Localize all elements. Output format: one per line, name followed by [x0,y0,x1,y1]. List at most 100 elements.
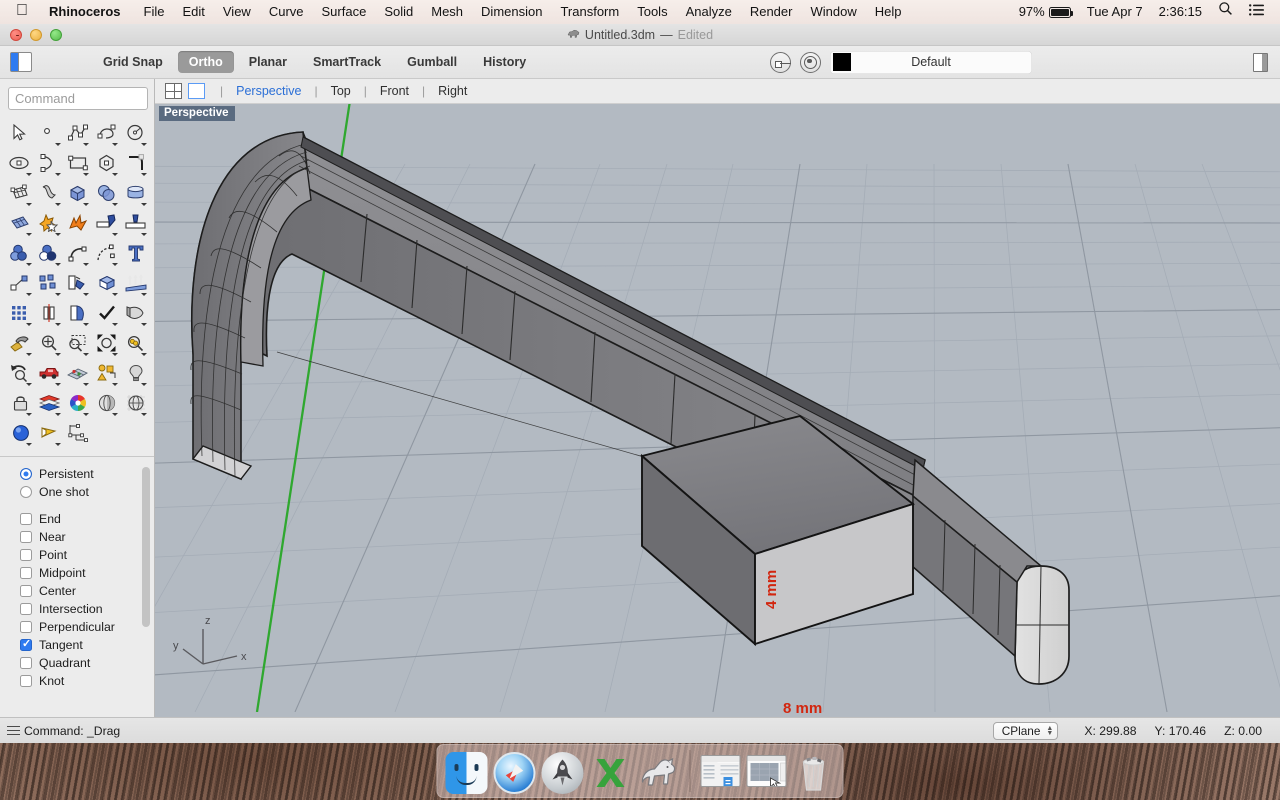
dimension-tools-icon[interactable] [64,418,93,448]
notification-center-icon[interactable] [1241,0,1272,24]
layer-previous-icon[interactable] [770,52,791,73]
tab-top[interactable]: Top [327,84,355,98]
display-mode-icon[interactable] [35,388,64,418]
sphere-icon[interactable] [92,178,121,208]
trash-dock-icon[interactable] [793,752,835,794]
text-icon[interactable] [121,238,150,268]
gumball-button[interactable]: Gumball [396,51,468,73]
polyline-icon[interactable] [64,118,93,148]
explode-icon[interactable] [64,208,93,238]
blend-curve-icon[interactable] [92,238,121,268]
command-input[interactable]: Command [8,87,148,110]
single-viewport-layout-icon[interactable] [188,83,205,99]
checkbox-midpoint[interactable] [20,567,32,579]
osnap-option-quadrant[interactable]: Quadrant [0,654,154,672]
loft-surface-icon[interactable] [35,178,64,208]
named-views-icon[interactable] [35,358,64,388]
ortho-button[interactable]: Ortho [178,51,234,73]
finder-dock-icon[interactable] [446,752,488,794]
smarttrack-button[interactable]: SmartTrack [302,51,392,73]
cap-icon[interactable] [121,298,150,328]
array-grid-icon[interactable] [6,298,35,328]
camera-icon[interactable] [35,418,64,448]
osnap-option-midpoint[interactable]: Midpoint [0,564,154,582]
grid-snap-button[interactable]: Grid Snap [92,51,174,73]
checkbox-point[interactable] [20,549,32,561]
layout-icon[interactable] [64,358,93,388]
right-panel-toggle-icon[interactable] [1253,53,1268,72]
mirror-icon[interactable] [35,298,64,328]
planar-button[interactable]: Planar [238,51,298,73]
trim-icon[interactable] [92,208,121,238]
menu-item-edit[interactable]: Edit [173,0,213,24]
launchpad-dock-icon[interactable] [542,752,584,794]
checkbox-center[interactable] [20,585,32,597]
four-viewport-layout-icon[interactable] [165,83,182,99]
cylinder-icon[interactable] [121,178,150,208]
menu-item-view[interactable]: View [214,0,260,24]
color-wheel-icon[interactable] [64,388,93,418]
safari-dock-icon[interactable] [494,752,536,794]
checkbox-end[interactable] [20,513,32,525]
rhinoceros-dock-icon[interactable] [638,752,680,794]
checkbox-quadrant[interactable] [20,657,32,669]
minimized-window-finder[interactable] [701,755,741,787]
zoom-window-icon[interactable] [64,328,93,358]
boolean-difference-icon[interactable] [6,238,35,268]
tab-front[interactable]: Front [376,84,413,98]
rectangle-icon[interactable] [64,148,93,178]
osnap-option-knot[interactable]: Knot [0,672,154,690]
search-icon[interactable] [1210,0,1241,24]
osnap-mode-one-shot[interactable]: One shot [0,483,154,501]
shade-icon[interactable] [92,388,121,418]
menu-item-transform[interactable]: Transform [551,0,628,24]
polygon-icon[interactable] [92,148,121,178]
menu-item-curve[interactable]: Curve [260,0,313,24]
apple-logo-icon[interactable]:  [8,3,40,21]
render-icon[interactable] [6,418,35,448]
checkbox-perpendicular[interactable] [20,621,32,633]
tab-perspective[interactable]: Perspective [232,84,305,98]
osnap-option-near[interactable]: Near [0,528,154,546]
osnap-option-end[interactable]: End [0,510,154,528]
zoom-selected-icon[interactable] [121,328,150,358]
minimized-window-rhino[interactable] [747,755,787,787]
checkbox-tangent[interactable] [20,639,32,651]
copy-icon[interactable] [35,268,64,298]
rotate-icon[interactable] [64,268,93,298]
osnap-mode-persistent[interactable]: Persistent [0,465,154,483]
radio-one-shot[interactable] [20,486,32,498]
arc-icon[interactable] [35,148,64,178]
checkbox-intersection[interactable] [20,603,32,615]
boolean-intersection-icon[interactable] [35,238,64,268]
render-mesh-icon[interactable] [6,328,35,358]
ellipse-icon[interactable] [6,148,35,178]
menu-clock-time[interactable]: 2:36:15 [1151,0,1210,24]
array-icon[interactable] [121,268,150,298]
surface-grid-icon[interactable] [6,208,35,238]
radio-persistent[interactable] [20,468,32,480]
select-arrow-icon[interactable] [6,118,35,148]
osnap-option-intersection[interactable]: Intersection [0,600,154,618]
excel-dock-icon[interactable] [590,752,632,794]
battery-status[interactable]: 97% [1011,0,1079,24]
perspective-viewport[interactable]: Perspective [155,104,1280,717]
menu-item-surface[interactable]: Surface [313,0,376,24]
osnap-scrollbar[interactable] [142,467,150,672]
menu-item-mesh[interactable]: Mesh [422,0,472,24]
light-icon[interactable] [121,358,150,388]
menu-item-window[interactable]: Window [801,0,865,24]
curve-icon[interactable] [92,118,121,148]
menu-item-analyze[interactable]: Analyze [677,0,741,24]
surface-from-points-icon[interactable] [6,178,35,208]
osnap-option-tangent[interactable]: Tangent [0,636,154,654]
history-button[interactable]: History [472,51,537,73]
ghosted-icon[interactable] [121,388,150,418]
check-icon[interactable] [92,298,121,328]
menu-item-file[interactable]: File [135,0,174,24]
osnap-option-perpendicular[interactable]: Perpendicular [0,618,154,636]
zoom-extents-icon[interactable] [92,328,121,358]
move-icon[interactable] [6,268,35,298]
layer-target-icon[interactable] [800,52,821,73]
menu-item-dimension[interactable]: Dimension [472,0,551,24]
